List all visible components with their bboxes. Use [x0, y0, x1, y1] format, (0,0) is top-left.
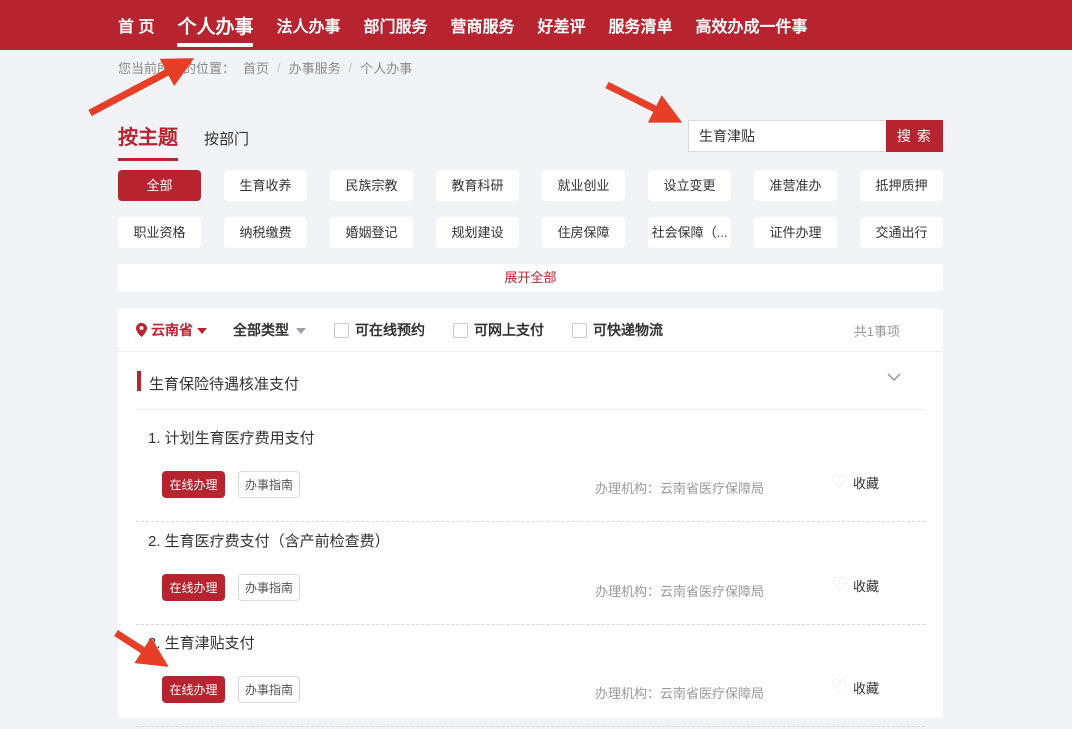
- category-tax-payment[interactable]: 纳税缴费: [224, 217, 307, 248]
- filter-online-payment-label: 可网上支付: [474, 320, 544, 340]
- type-filter[interactable]: 全部类型: [233, 320, 306, 340]
- category-permits[interactable]: 准营准办: [754, 170, 837, 201]
- handling-agency: 办理机构：云南省医疗保障局: [595, 683, 764, 702]
- category-mortgage-pledge[interactable]: 抵押质押: [860, 170, 943, 201]
- service-item: 3. 生育津贴支付 在线办理 办事指南 办理机构：云南省医疗保障局 ♡ 收藏: [118, 627, 943, 729]
- checkbox-icon[interactable]: [572, 323, 587, 338]
- filter-online-booking-label: 可在线预约: [355, 320, 425, 340]
- top-nav-bar: 首 页 个人办事 法人办事 部门服务 营商服务 好差评 服务清单 高效办成一件事: [0, 0, 1072, 50]
- category-row-1: 全部 生育收养 民族宗教 教育科研 就业创业 设立变更 准营准办 抵押质押: [118, 170, 943, 201]
- category-birth-adoption[interactable]: 生育收养: [224, 170, 307, 201]
- view-tabs: 按主题 按部门: [118, 121, 249, 161]
- filter-express-delivery[interactable]: 可快递物流: [572, 320, 663, 340]
- breadcrumb-services[interactable]: 办事服务: [289, 58, 341, 77]
- nav-item-business-services[interactable]: 营商服务: [451, 0, 515, 50]
- service-item-title[interactable]: 1. 计划生育医疗费用支付: [148, 427, 315, 448]
- heart-icon: ♡: [831, 678, 848, 697]
- nav-item-corporate-services[interactable]: 法人办事: [276, 0, 340, 50]
- location-pin-icon: [136, 323, 147, 337]
- checkbox-icon[interactable]: [453, 323, 468, 338]
- favorite-label: 收藏: [853, 473, 879, 492]
- dashed-divider: [136, 624, 925, 625]
- handling-agency: 办理机构：云南省医疗保障局: [595, 581, 764, 600]
- favorite-button[interactable]: ♡ 收藏: [831, 678, 879, 697]
- heart-icon: ♡: [831, 576, 848, 595]
- category-transportation[interactable]: 交通出行: [860, 217, 943, 248]
- category-certificates[interactable]: 证件办理: [754, 217, 837, 248]
- caret-down-icon: [296, 328, 306, 334]
- category-planning-construction[interactable]: 规划建设: [436, 217, 519, 248]
- favorite-label: 收藏: [853, 678, 879, 697]
- service-item-actions: 在线办理 办事指南: [162, 676, 300, 703]
- service-item-actions: 在线办理 办事指南: [162, 574, 300, 601]
- service-item: 2. 生育医疗费支付（含产前检查费） 在线办理 办事指南 办理机构：云南省医疗保…: [118, 525, 943, 627]
- region-filter-label: 云南省: [151, 320, 193, 340]
- divider: [136, 409, 925, 410]
- category-ethnic-religion[interactable]: 民族宗教: [330, 170, 413, 201]
- favorite-button[interactable]: ♡ 收藏: [831, 473, 879, 492]
- search-button[interactable]: 搜 索: [886, 120, 943, 152]
- category-education-research[interactable]: 教育科研: [436, 170, 519, 201]
- heart-icon: ♡: [831, 473, 848, 492]
- category-social-security[interactable]: 社会保障（...: [648, 217, 731, 248]
- annotation-arrow-search: [607, 85, 671, 117]
- online-handle-button[interactable]: 在线办理: [162, 676, 225, 703]
- filter-online-booking[interactable]: 可在线预约: [334, 320, 425, 340]
- service-item-title[interactable]: 3. 生育津贴支付: [148, 632, 255, 653]
- breadcrumb-separator: /: [349, 60, 353, 75]
- type-filter-label: 全部类型: [233, 320, 289, 340]
- online-handle-button[interactable]: 在线办理: [162, 574, 225, 601]
- service-guide-button[interactable]: 办事指南: [238, 574, 300, 601]
- caret-down-icon: [197, 328, 207, 334]
- service-item-actions: 在线办理 办事指南: [162, 471, 300, 498]
- handling-agency: 办理机构：云南省医疗保障局: [595, 478, 764, 497]
- breadcrumb-prefix: 您当前所处的位置：: [118, 58, 235, 77]
- breadcrumb: 您当前所处的位置： 首页 / 办事服务 / 个人办事: [118, 50, 412, 84]
- category-employment[interactable]: 就业创业: [542, 170, 625, 201]
- service-item: 1. 计划生育医疗费用支付 在线办理 办事指南 办理机构：云南省医疗保障局 ♡ …: [118, 422, 943, 524]
- nav-item-home[interactable]: 首 页: [118, 0, 154, 50]
- dashed-divider: [136, 521, 925, 522]
- dashed-divider: [136, 726, 925, 727]
- favorite-button[interactable]: ♡ 收藏: [831, 576, 879, 595]
- category-marriage-registration[interactable]: 婚姻登记: [330, 217, 413, 248]
- favorite-label: 收藏: [853, 576, 879, 595]
- tab-by-theme[interactable]: 按主题: [118, 121, 178, 161]
- nav-item-one-thing[interactable]: 高效办成一件事: [696, 0, 808, 50]
- search-input[interactable]: [688, 120, 886, 152]
- breadcrumb-home[interactable]: 首页: [243, 58, 269, 77]
- breadcrumb-separator: /: [277, 60, 281, 75]
- nav-item-personal-services[interactable]: 个人办事: [177, 0, 253, 50]
- category-row-2: 职业资格 纳税缴费 婚姻登记 规划建设 住房保障 社会保障（... 证件办理 交…: [118, 217, 943, 248]
- region-filter[interactable]: 云南省: [136, 320, 207, 340]
- group-accent-bar: [137, 371, 141, 391]
- service-guide-button[interactable]: 办事指南: [238, 471, 300, 498]
- filter-row: 云南省 全部类型 可在线预约 可网上支付 可快递物流 共1事项: [118, 309, 943, 352]
- group-title: 生育保险待遇核准支付: [149, 373, 299, 394]
- results-panel: 云南省 全部类型 可在线预约 可网上支付 可快递物流 共1事项 生育保险待遇核: [118, 309, 943, 718]
- tab-by-department[interactable]: 按部门: [204, 128, 249, 161]
- breadcrumb-personal[interactable]: 个人办事: [360, 58, 412, 77]
- filter-express-delivery-label: 可快递物流: [593, 320, 663, 340]
- nav-item-service-list[interactable]: 服务清单: [609, 0, 673, 50]
- online-handle-button[interactable]: 在线办理: [162, 471, 225, 498]
- category-professional-qualification[interactable]: 职业资格: [118, 217, 201, 248]
- checkbox-icon[interactable]: [334, 323, 349, 338]
- page: 首 页 个人办事 法人办事 部门服务 营商服务 好差评 服务清单 高效办成一件事…: [0, 0, 1072, 718]
- result-count: 共1事项: [854, 321, 900, 340]
- search-bar: 搜 索: [688, 120, 943, 152]
- nav-item-department-services[interactable]: 部门服务: [363, 0, 427, 50]
- top-nav-menu: 首 页 个人办事 法人办事 部门服务 营商服务 好差评 服务清单 高效办成一件事: [0, 0, 1072, 50]
- category-establish-change[interactable]: 设立变更: [648, 170, 731, 201]
- chevron-down-icon[interactable]: [887, 373, 901, 381]
- category-all[interactable]: 全部: [118, 170, 201, 201]
- expand-all-button[interactable]: 展开全部: [118, 264, 943, 291]
- filter-online-payment[interactable]: 可网上支付: [453, 320, 544, 340]
- service-item-title[interactable]: 2. 生育医疗费支付（含产前检查费）: [148, 530, 390, 551]
- category-housing-security[interactable]: 住房保障: [542, 217, 625, 248]
- service-guide-button[interactable]: 办事指南: [238, 676, 300, 703]
- nav-item-rating[interactable]: 好差评: [538, 0, 586, 50]
